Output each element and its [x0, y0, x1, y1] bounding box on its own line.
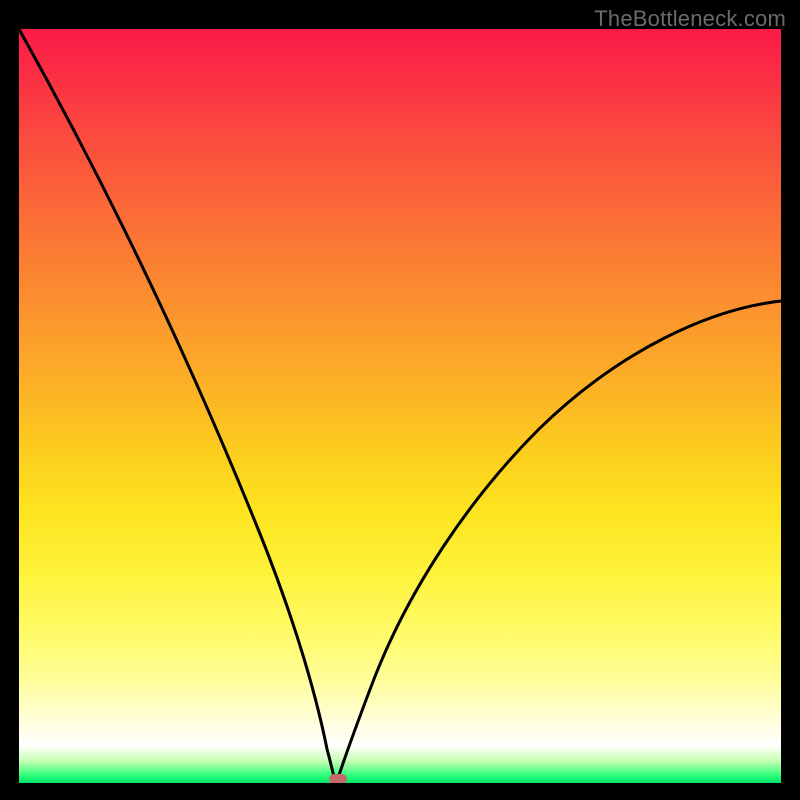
- bottleneck-marker: [329, 774, 347, 783]
- watermark-text: TheBottleneck.com: [594, 6, 786, 32]
- chart-frame: TheBottleneck.com: [0, 0, 800, 800]
- bottleneck-curve: [19, 29, 781, 783]
- curve-left-branch: [19, 29, 335, 781]
- plot-area: [19, 29, 781, 783]
- curve-right-branch: [337, 301, 781, 781]
